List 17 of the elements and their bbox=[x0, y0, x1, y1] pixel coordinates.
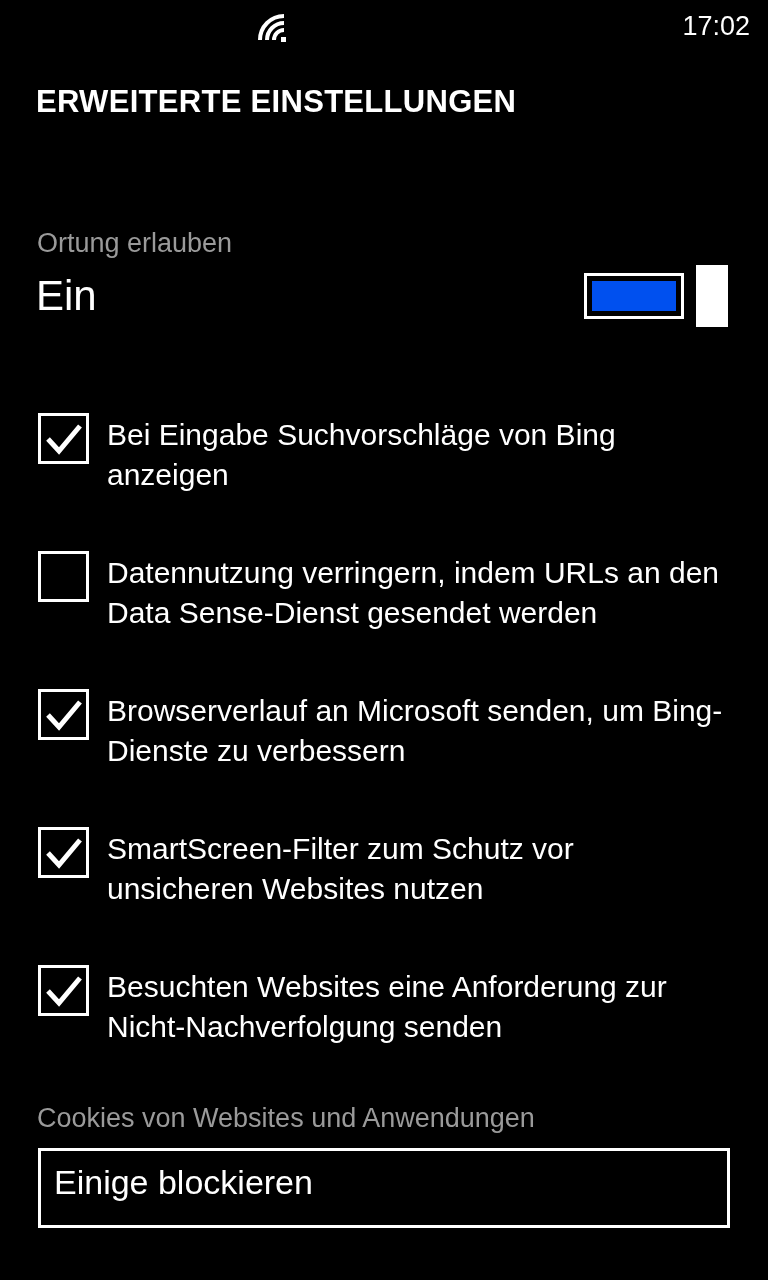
location-toggle[interactable] bbox=[584, 265, 730, 327]
option-label: SmartScreen-Filter zum Schutz vor unsicheren Websites nutzen bbox=[107, 831, 575, 907]
option-label: Datennutzung verringern, indem URLs an den Data Sense-Dienst gesendet werden bbox=[107, 555, 721, 631]
cookies-label: Cookies von Websites und Anwendungen bbox=[37, 1103, 536, 1134]
location-label: Ortung erlauben bbox=[37, 228, 234, 259]
page-title: ERWEITERTE EINSTELLUNGEN bbox=[36, 84, 518, 120]
checkbox[interactable] bbox=[38, 413, 89, 464]
checkbox[interactable] bbox=[38, 965, 89, 1016]
checkbox[interactable] bbox=[38, 827, 89, 878]
option-label: Besuchten Websites eine Anforderung zur Nicht-Nachverfolgung senden bbox=[107, 969, 668, 1045]
location-value: Ein bbox=[36, 272, 97, 320]
option-label: Browserverlauf an Microsoft senden, um Bing-Dienste zu verbessern bbox=[107, 693, 724, 769]
option-label: Bei Eingabe Suchvorschläge von Bing anzeigen bbox=[107, 417, 617, 493]
clock-time: 17:02 bbox=[682, 10, 750, 42]
checkbox[interactable] bbox=[38, 551, 89, 602]
cookies-dropdown[interactable]: Einige blockieren bbox=[38, 1148, 730, 1228]
checkbox[interactable] bbox=[38, 689, 89, 740]
